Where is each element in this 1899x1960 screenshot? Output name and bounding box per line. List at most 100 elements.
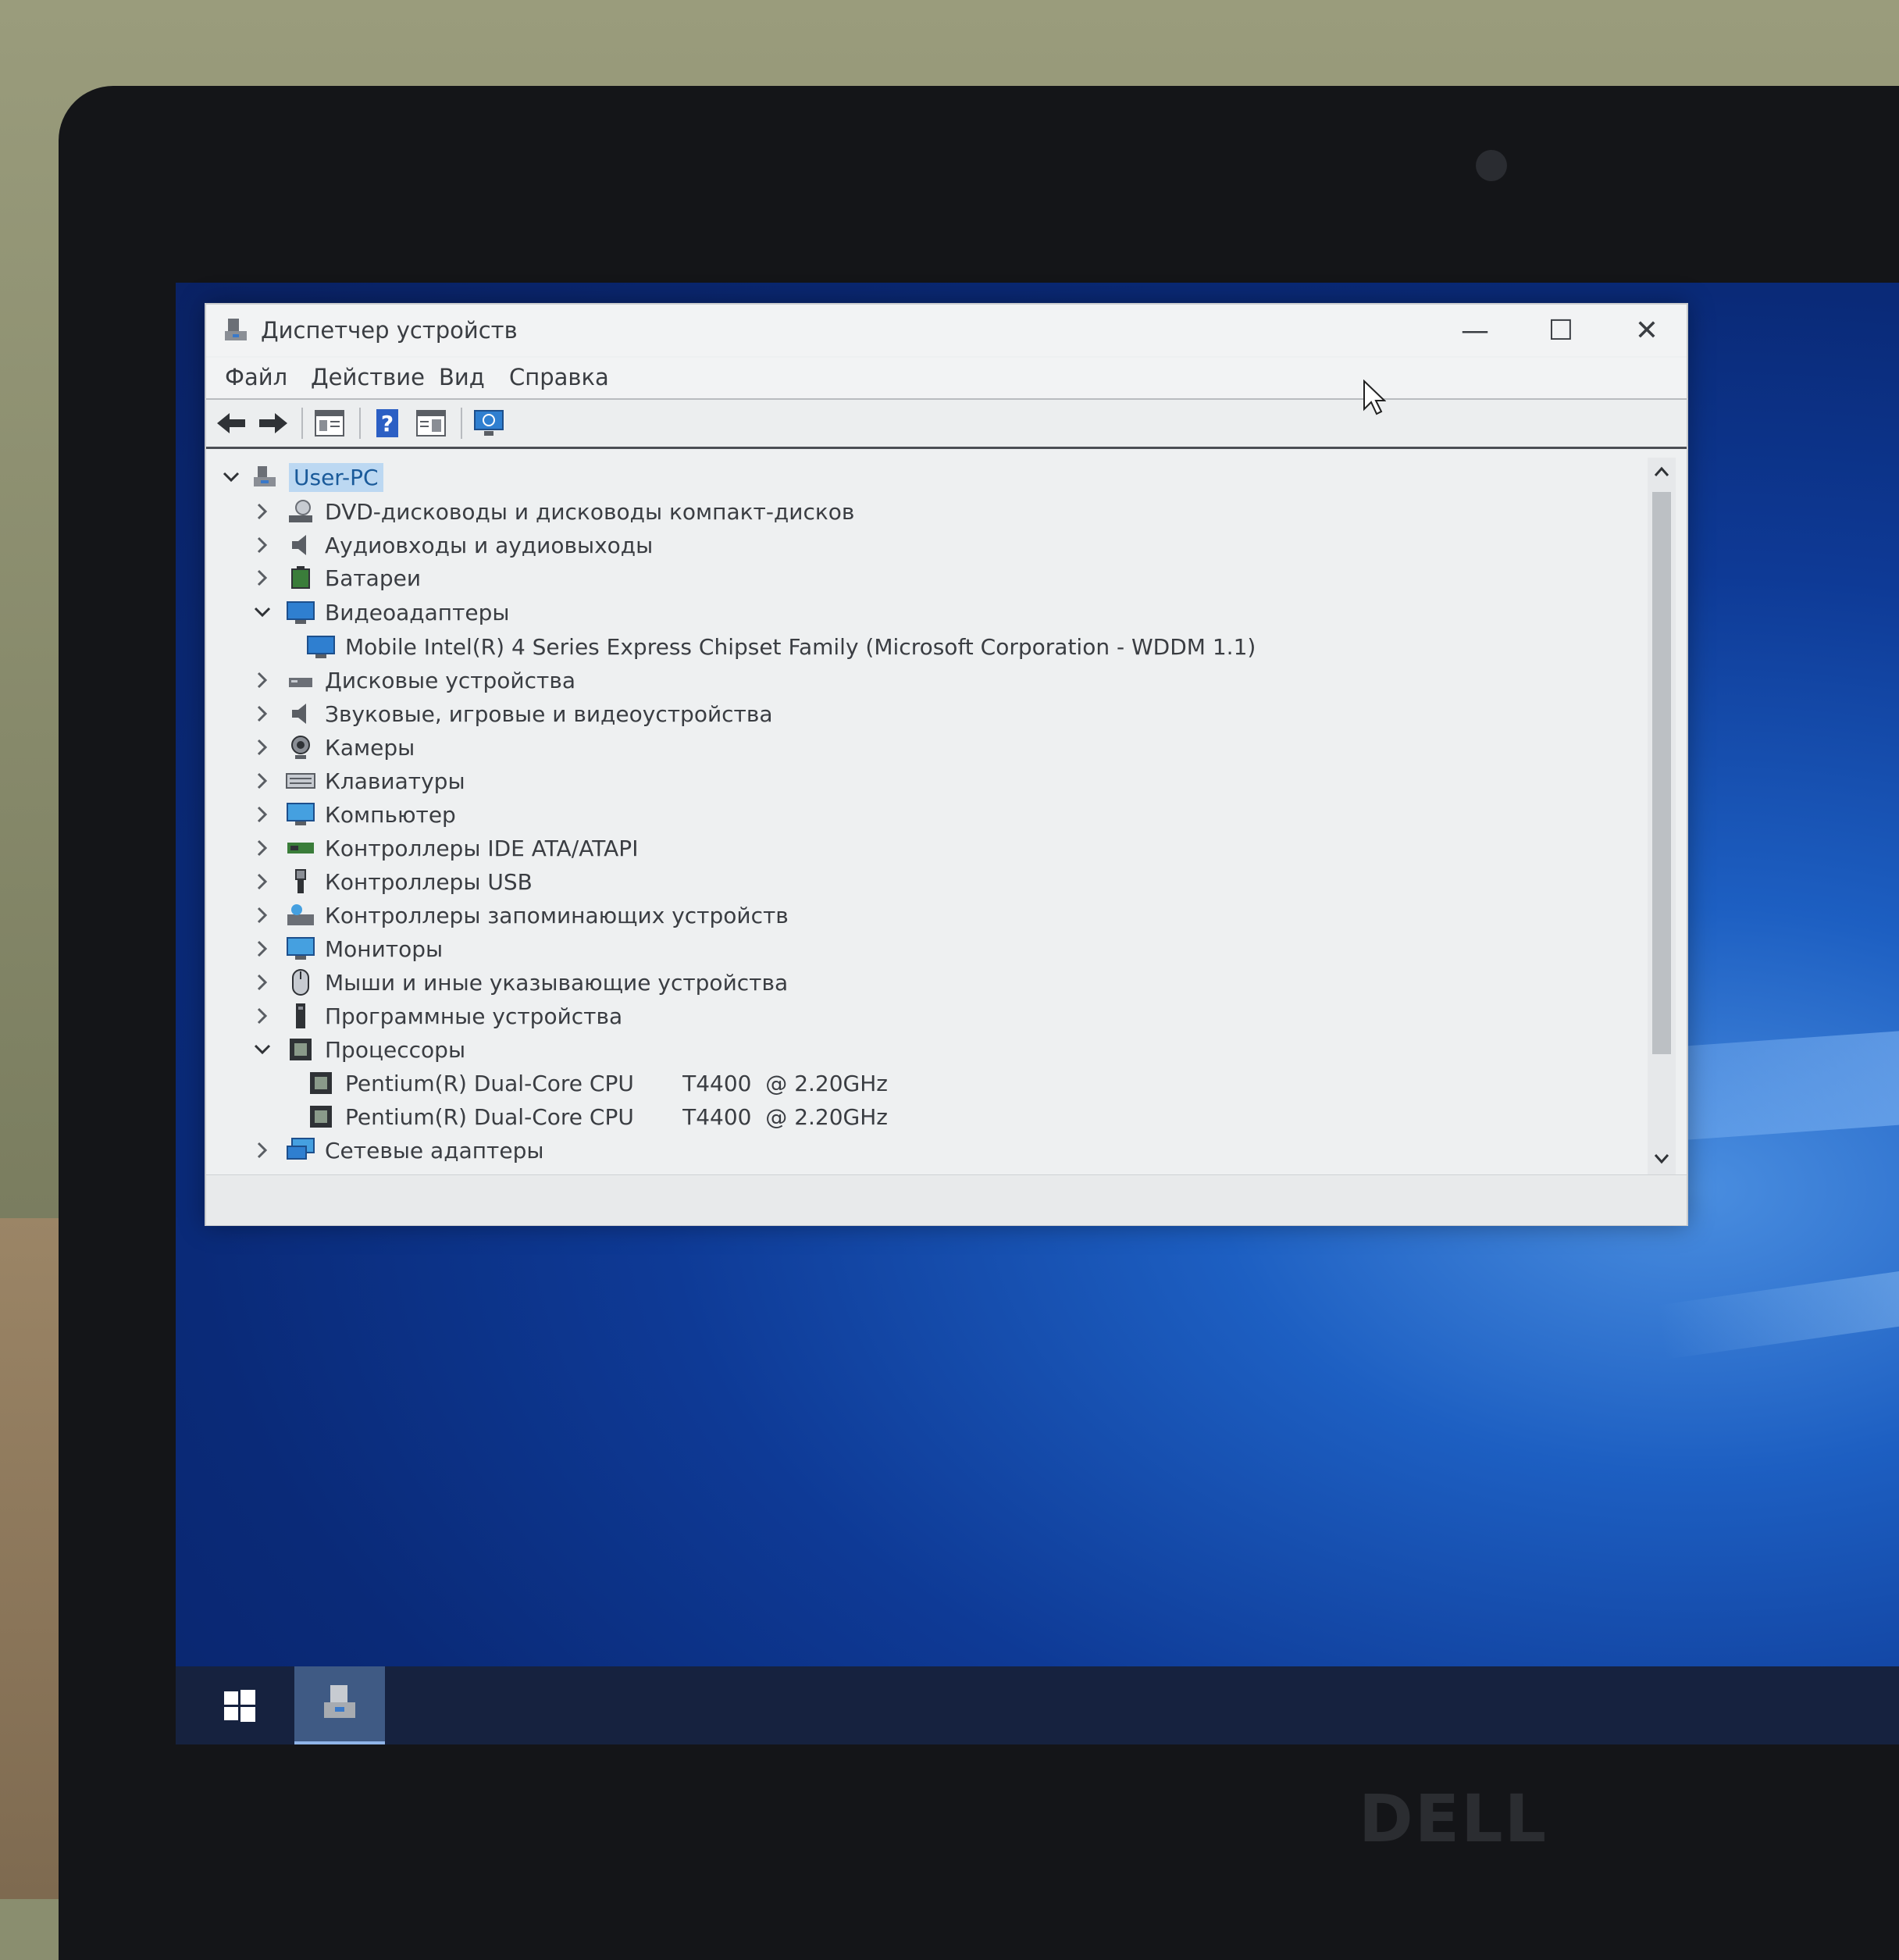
tree-item-label: Мониторы xyxy=(325,935,444,962)
tree-item[interactable]: Клавиатуры xyxy=(253,764,465,797)
tree-item-label: Звуковые, игровые и видеоустройства xyxy=(325,700,773,727)
tree-item[interactable]: Программные устройства xyxy=(253,1000,622,1032)
window-title: Диспетчер устройств xyxy=(261,317,518,344)
tree-child-label: Pentium(R) Dual-Core CPU T4400 @ 2.20GHz xyxy=(345,1070,888,1096)
device-tree: User-PC DVD-дисководы и дисководы компак… xyxy=(214,458,1648,1174)
tree-item[interactable]: Контроллеры запоминающих устройств xyxy=(253,899,789,932)
menu-help[interactable]: Справка xyxy=(509,364,609,390)
device-manager-icon xyxy=(222,315,250,344)
close-button[interactable]: ✕ xyxy=(1604,305,1690,356)
battery-icon xyxy=(286,563,315,593)
chevron-down-icon[interactable] xyxy=(222,468,240,486)
toolbar-separator xyxy=(461,408,462,439)
tree-item[interactable]: Дисковые устройства xyxy=(253,664,575,697)
windows-start-icon[interactable] xyxy=(223,1688,257,1723)
scan-hardware-icon[interactable] xyxy=(472,406,506,440)
monitor-icon xyxy=(286,934,315,964)
tree-item-label: Контроллеры USB xyxy=(325,868,533,895)
tree-item-label: Мыши и иные указывающие устройства xyxy=(325,969,789,996)
tree-item-label: Аудиовходы и аудиовыходы xyxy=(325,532,654,558)
chevron-right-icon[interactable] xyxy=(253,939,272,958)
tree-root-label: User-PC xyxy=(289,462,383,492)
tree-item[interactable]: DVD-дисководы и дисководы компакт-дисков xyxy=(253,495,854,528)
tree-child[interactable]: Pentium(R) Dual-Core CPU T4400 @ 2.20GHz xyxy=(292,1100,888,1133)
device-manager-icon xyxy=(318,1682,362,1726)
speaker-icon xyxy=(286,530,315,560)
processor-icon xyxy=(286,1035,315,1064)
help-icon[interactable]: ? xyxy=(370,406,404,440)
properties-icon[interactable] xyxy=(312,406,347,440)
mouse-cursor-icon xyxy=(1363,380,1386,415)
processor-icon xyxy=(306,1068,336,1098)
dell-logo: DELL xyxy=(1359,1780,1548,1857)
menu-action[interactable]: Действие xyxy=(311,364,425,390)
usb-icon xyxy=(286,867,315,896)
tree-item-label: DVD-дисководы и дисководы компакт-дисков xyxy=(325,498,855,525)
view-icon[interactable] xyxy=(414,406,448,440)
chevron-right-icon[interactable] xyxy=(253,906,272,925)
back-arrow-icon[interactable] xyxy=(214,406,248,440)
tree-child[interactable]: Pentium(R) Dual-Core CPU T4400 @ 2.20GHz xyxy=(292,1067,888,1099)
tree-item[interactable]: Видеоадаптеры xyxy=(253,596,510,629)
chevron-right-icon[interactable] xyxy=(253,502,272,521)
chevron-right-icon[interactable] xyxy=(253,1007,272,1025)
toolbar-separator xyxy=(301,408,303,439)
tree-item[interactable]: Батареи xyxy=(253,561,421,594)
scrollbar-thumb[interactable] xyxy=(1652,492,1671,1054)
chevron-right-icon[interactable] xyxy=(253,772,272,790)
tree-root[interactable]: User-PC xyxy=(222,461,383,494)
chevron-right-icon[interactable] xyxy=(253,872,272,891)
tree-item[interactable]: Звуковые, игровые и видеоустройства xyxy=(253,697,773,730)
tree-item[interactable]: Компьютер xyxy=(253,798,456,831)
chevron-right-icon[interactable] xyxy=(253,805,272,824)
tree-item-label: Процессоры xyxy=(325,1036,466,1063)
tree-child[interactable]: Mobile Intel(R) 4 Series Express Chipset… xyxy=(292,630,1256,663)
tree-item-label: Клавиатуры xyxy=(325,768,465,794)
chevron-down-icon[interactable] xyxy=(253,603,272,622)
software-device-icon xyxy=(286,1001,315,1031)
chevron-right-icon[interactable] xyxy=(253,839,272,857)
chevron-right-icon[interactable] xyxy=(253,704,272,723)
chevron-right-icon[interactable] xyxy=(253,671,272,690)
title-bar[interactable]: Диспетчер устройств — ☐ ✕ xyxy=(206,305,1687,356)
keyboard-icon xyxy=(286,766,315,796)
chevron-right-icon[interactable] xyxy=(253,536,272,554)
chevron-right-icon[interactable] xyxy=(253,568,272,587)
vertical-scrollbar[interactable] xyxy=(1648,458,1676,1174)
tree-item-label: Компьютер xyxy=(325,801,456,828)
tree-item[interactable]: Аудиовходы и аудиовыходы xyxy=(253,529,653,561)
maximize-button[interactable]: ☐ xyxy=(1518,305,1604,356)
processor-icon xyxy=(306,1102,336,1131)
tree-item-label: Контроллеры IDE ATA/ATAPI xyxy=(325,835,639,861)
scroll-up-icon[interactable] xyxy=(1654,465,1669,480)
tree-item[interactable]: Процессоры xyxy=(253,1033,465,1066)
chevron-right-icon[interactable] xyxy=(253,738,272,757)
toolbar: ? xyxy=(206,400,1687,449)
device-manager-window: Диспетчер устройств — ☐ ✕ Файл Действие … xyxy=(205,303,1688,1226)
chevron-right-icon[interactable] xyxy=(253,973,272,992)
wallpaper-light xyxy=(1657,1260,1899,1360)
dvd-drive-icon xyxy=(286,497,315,526)
tree-item[interactable]: Мониторы xyxy=(253,932,443,965)
menu-view[interactable]: Вид xyxy=(439,364,485,390)
tree-item[interactable]: Контроллеры USB xyxy=(253,865,533,898)
tree-item[interactable]: Сетевые адаптеры xyxy=(253,1134,543,1167)
forward-arrow-icon[interactable] xyxy=(256,406,290,440)
menu-file[interactable]: Файл xyxy=(225,364,287,390)
chevron-down-icon[interactable] xyxy=(253,1040,272,1059)
toolbar-separator xyxy=(359,408,361,439)
scroll-down-icon[interactable] xyxy=(1654,1153,1669,1167)
ide-controller-icon xyxy=(286,833,315,863)
tree-item[interactable]: Камеры xyxy=(253,731,415,764)
sound-icon xyxy=(286,699,315,729)
tree-child-label: Pentium(R) Dual-Core CPU T4400 @ 2.20GHz xyxy=(345,1103,888,1130)
display-adapter-icon xyxy=(306,632,336,661)
tree-item[interactable]: Мыши и иные указывающие устройства xyxy=(253,966,788,999)
tree-item-label: Дисковые устройства xyxy=(325,667,575,693)
minimize-button[interactable]: — xyxy=(1432,305,1518,356)
network-adapter-icon xyxy=(286,1135,315,1165)
chevron-right-icon[interactable] xyxy=(253,1141,272,1160)
computer-icon xyxy=(286,800,315,829)
taskbar-device-manager[interactable] xyxy=(294,1666,385,1744)
tree-item[interactable]: Контроллеры IDE ATA/ATAPI xyxy=(253,832,638,864)
